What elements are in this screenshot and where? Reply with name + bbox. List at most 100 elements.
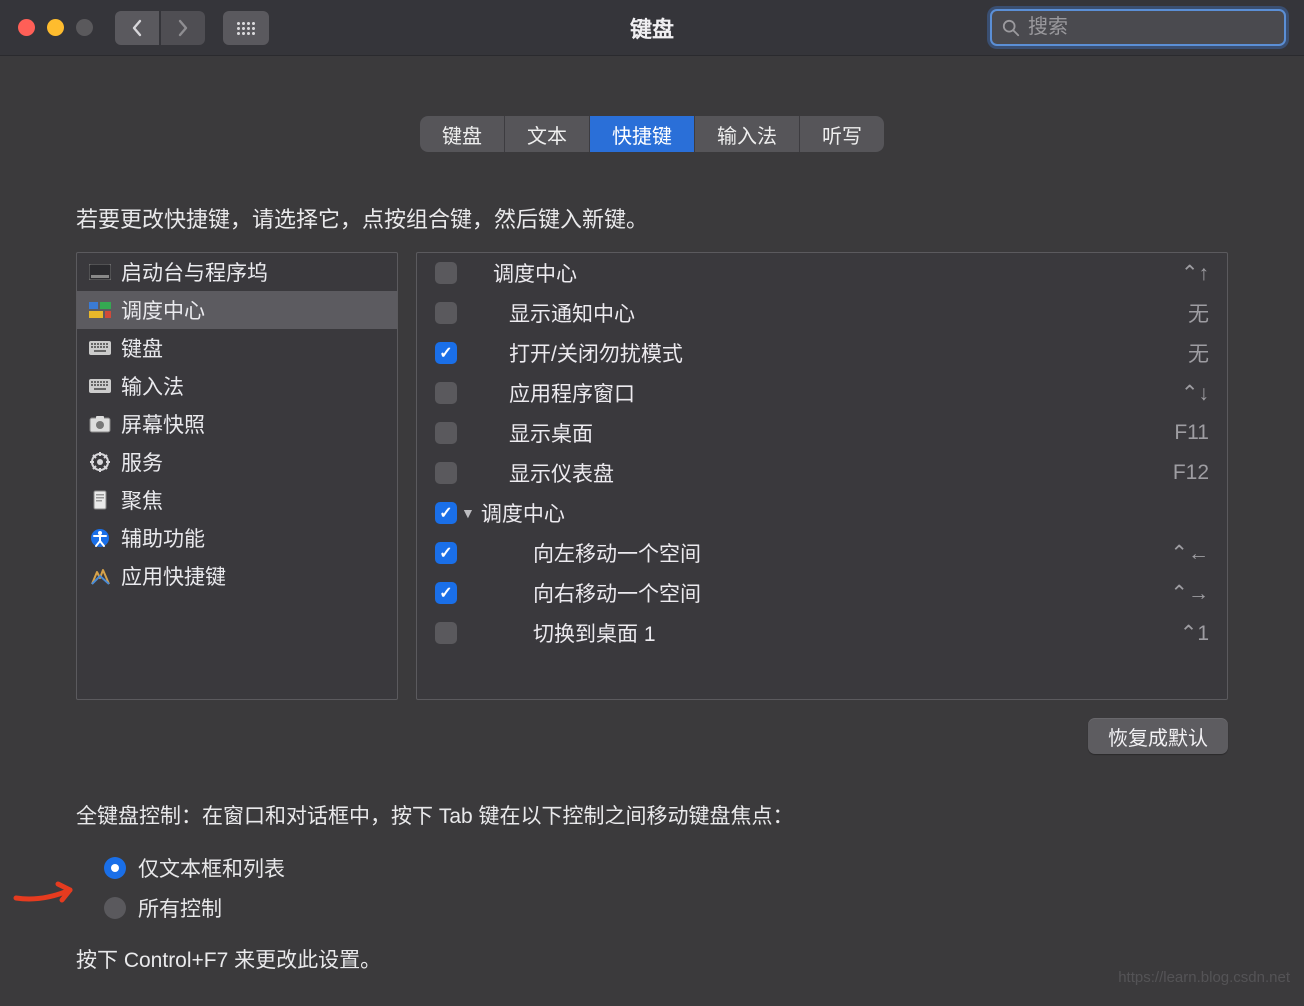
shortcut-key: ⌃→ — [1170, 581, 1209, 606]
shortcut-row[interactable]: 显示通知中心无 — [417, 293, 1227, 333]
shortcut-row[interactable]: 应用程序窗口⌃↓ — [417, 373, 1227, 413]
search-icon — [1002, 19, 1020, 37]
category-label: 屏幕快照 — [121, 409, 205, 439]
shortcut-row[interactable]: ▼ 调度中心 — [417, 493, 1227, 533]
watermark: https://learn.blog.csdn.net — [1118, 969, 1290, 986]
category-label: 服务 — [121, 447, 163, 477]
chevron-left-icon — [131, 19, 143, 37]
category-item[interactable]: 键盘 — [77, 329, 397, 367]
category-item[interactable]: 输入法 — [77, 367, 397, 405]
screenshot-icon — [89, 415, 111, 433]
tab-2[interactable]: 快捷键 — [590, 116, 695, 152]
accessibility-icon — [89, 529, 111, 547]
checkbox[interactable] — [435, 502, 457, 524]
panels: 启动台与程序坞调度中心键盘输入法屏幕快照服务聚焦辅助功能应用快捷键 调度中心⌃↑… — [0, 252, 1304, 700]
shortcut-key: ⌃↑ — [1181, 261, 1209, 286]
shortcut-row[interactable]: 打开/关闭勿扰模式无 — [417, 333, 1227, 373]
shortcut-label: 向左移动一个空间 — [533, 538, 1170, 568]
category-item[interactable]: 启动台与程序坞 — [77, 253, 397, 291]
shortcut-key: ⌃1 — [1180, 621, 1209, 646]
shortcut-panel: 调度中心⌃↑显示通知中心无打开/关闭勿扰模式无应用程序窗口⌃↓显示桌面F11显示… — [416, 252, 1228, 700]
mission-icon — [89, 301, 111, 319]
category-item[interactable]: 屏幕快照 — [77, 405, 397, 443]
shortcut-key: ⌃← — [1170, 541, 1209, 566]
category-label: 输入法 — [121, 371, 184, 401]
full-keyboard-text: 全键盘控制：在窗口和对话框中，按下 Tab 键在以下控制之间移动键盘焦点： — [76, 800, 1304, 830]
shortcut-row[interactable]: 调度中心⌃↑ — [417, 253, 1227, 293]
category-label: 聚焦 — [121, 485, 163, 515]
checkbox[interactable] — [435, 422, 457, 444]
restore-row: 恢复成默认 — [0, 700, 1304, 754]
category-label: 调度中心 — [121, 295, 205, 325]
category-label: 启动台与程序坞 — [121, 257, 268, 287]
shortcut-key: ⌃↓ — [1181, 381, 1209, 406]
shortcut-row[interactable]: 向左移动一个空间⌃← — [417, 533, 1227, 573]
shortcut-row[interactable]: 切换到桌面 1⌃1 — [417, 613, 1227, 653]
apps-icon — [89, 567, 111, 585]
shortcut-label: 调度中心 — [493, 258, 1181, 288]
radio-label: 仅文本框和列表 — [138, 853, 285, 883]
category-item[interactable]: 辅助功能 — [77, 519, 397, 557]
checkbox[interactable] — [435, 462, 457, 484]
category-item[interactable]: 调度中心 — [77, 291, 397, 329]
segmented-control: 键盘文本快捷键输入法听写 — [420, 116, 884, 152]
keyboard2-icon — [89, 377, 111, 395]
radio-option[interactable]: 仅文本框和列表 — [104, 848, 1304, 888]
tab-3[interactable]: 输入法 — [695, 116, 800, 152]
category-panel: 启动台与程序坞调度中心键盘输入法屏幕快照服务聚焦辅助功能应用快捷键 — [76, 252, 398, 700]
checkbox[interactable] — [435, 542, 457, 564]
radio-button[interactable] — [104, 857, 126, 879]
checkbox[interactable] — [435, 382, 457, 404]
shortcut-key: 无 — [1188, 298, 1209, 328]
shortcut-label: 显示仪表盘 — [509, 458, 1173, 488]
checkbox[interactable] — [435, 342, 457, 364]
restore-defaults-button[interactable]: 恢复成默认 — [1088, 718, 1228, 754]
launchpad-icon — [89, 263, 111, 281]
spotlight-icon — [89, 491, 111, 509]
shortcut-label: 切换到桌面 1 — [533, 618, 1180, 648]
gear-icon — [89, 453, 111, 471]
forward-button[interactable] — [161, 11, 205, 45]
search-field[interactable] — [990, 9, 1286, 46]
radio-group: 仅文本框和列表所有控制 — [0, 848, 1304, 928]
traffic-lights — [18, 19, 93, 36]
shortcut-key: 无 — [1188, 338, 1209, 368]
show-all-button[interactable] — [223, 11, 269, 45]
chevron-right-icon — [177, 19, 189, 37]
shortcut-label: 打开/关闭勿扰模式 — [509, 338, 1188, 368]
checkbox[interactable] — [435, 262, 457, 284]
shortcut-row[interactable]: 向右移动一个空间⌃→ — [417, 573, 1227, 613]
checkbox[interactable] — [435, 622, 457, 644]
instruction-text: 若要更改快捷键，请选择它，点按组合键，然后键入新键。 — [76, 202, 1304, 234]
minimize-button[interactable] — [47, 19, 64, 36]
shortcut-label: 应用程序窗口 — [509, 378, 1181, 408]
tab-row: 键盘文本快捷键输入法听写 — [0, 116, 1304, 152]
category-label: 键盘 — [121, 333, 163, 363]
tab-0[interactable]: 键盘 — [420, 116, 505, 152]
nav-buttons — [115, 11, 205, 45]
radio-label: 所有控制 — [138, 893, 222, 923]
checkbox[interactable] — [435, 582, 457, 604]
tab-1[interactable]: 文本 — [505, 116, 590, 152]
shortcut-label: 显示通知中心 — [509, 298, 1188, 328]
shortcut-label: 调度中心 — [481, 498, 1209, 528]
titlebar: 键盘 — [0, 0, 1304, 56]
shortcut-label: 显示桌面 — [509, 418, 1174, 448]
zoom-button[interactable] — [76, 19, 93, 36]
keyboard-icon — [89, 339, 111, 357]
radio-button[interactable] — [104, 897, 126, 919]
category-item[interactable]: 服务 — [77, 443, 397, 481]
category-item[interactable]: 应用快捷键 — [77, 557, 397, 595]
tab-4[interactable]: 听写 — [800, 116, 884, 152]
disclosure-triangle-icon[interactable]: ▼ — [461, 505, 475, 521]
category-item[interactable]: 聚焦 — [77, 481, 397, 519]
checkbox[interactable] — [435, 302, 457, 324]
grid-icon — [236, 21, 256, 35]
back-button[interactable] — [115, 11, 159, 45]
radio-option[interactable]: 所有控制 — [104, 888, 1304, 928]
shortcut-row[interactable]: 显示桌面F11 — [417, 413, 1227, 453]
category-label: 辅助功能 — [121, 523, 205, 553]
close-button[interactable] — [18, 19, 35, 36]
shortcut-row[interactable]: 显示仪表盘F12 — [417, 453, 1227, 493]
search-input[interactable] — [1028, 16, 1293, 39]
